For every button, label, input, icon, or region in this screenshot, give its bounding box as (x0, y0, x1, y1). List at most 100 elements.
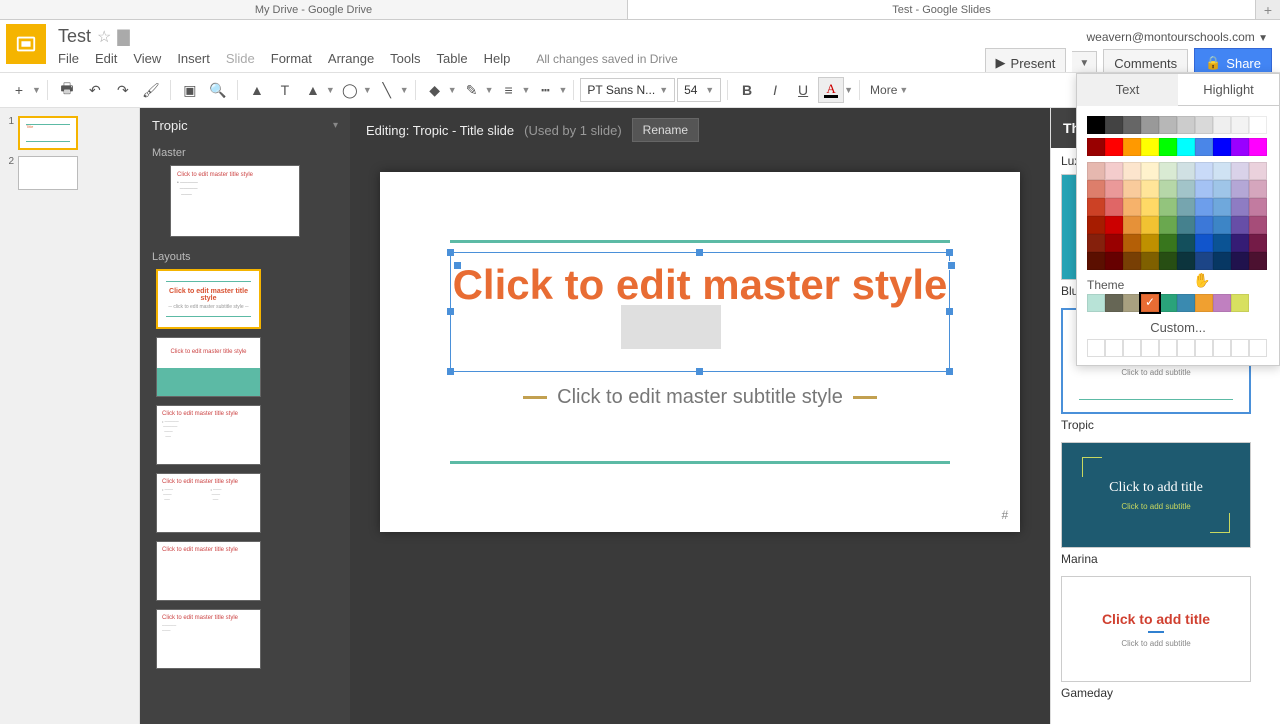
color-swatch[interactable] (1141, 162, 1159, 180)
color-swatch[interactable] (1231, 138, 1249, 156)
custom-color-button[interactable]: Custom... (1077, 312, 1279, 339)
new-slide-button[interactable]: + (6, 77, 32, 103)
color-swatch[interactable] (1123, 198, 1141, 216)
color-swatch[interactable] (1141, 252, 1159, 270)
menu-help[interactable]: Help (484, 51, 511, 66)
print-icon[interactable]: 🖶 (54, 77, 80, 103)
line-weight-icon[interactable]: ≡ (496, 77, 522, 103)
color-swatch[interactable] (1177, 116, 1195, 134)
color-swatch[interactable] (1195, 294, 1213, 312)
color-swatch[interactable] (1141, 138, 1159, 156)
color-swatch[interactable] (1213, 138, 1231, 156)
line-dash-icon[interactable]: ┅ (532, 77, 558, 103)
color-swatch[interactable] (1177, 180, 1195, 198)
color-swatch[interactable] (1105, 180, 1123, 198)
color-swatch[interactable] (1195, 116, 1213, 134)
color-swatch[interactable] (1231, 162, 1249, 180)
color-swatch[interactable] (1105, 116, 1123, 134)
color-swatch[interactable] (1249, 216, 1267, 234)
menu-view[interactable]: View (133, 51, 161, 66)
color-swatch[interactable] (1231, 116, 1249, 134)
color-swatch[interactable] (1249, 234, 1267, 252)
color-swatch[interactable] (1123, 116, 1141, 134)
color-swatch[interactable] (1123, 216, 1141, 234)
color-swatch[interactable] (1105, 294, 1123, 312)
undo-icon[interactable]: ↶ (82, 77, 108, 103)
color-swatch[interactable] (1231, 216, 1249, 234)
color-swatch[interactable] (1141, 116, 1159, 134)
italic-icon[interactable]: I (762, 77, 788, 103)
color-swatch[interactable] (1159, 216, 1177, 234)
zoom-fit-icon[interactable]: ▣ (177, 77, 203, 103)
menu-arrange[interactable]: Arrange (328, 51, 374, 66)
color-swatch[interactable] (1141, 339, 1159, 357)
color-swatch[interactable] (1105, 198, 1123, 216)
more-button[interactable]: More▼ (866, 83, 912, 97)
color-swatch[interactable] (1087, 294, 1105, 312)
color-swatch[interactable] (1177, 138, 1195, 156)
color-swatch[interactable] (1123, 138, 1141, 156)
color-swatch[interactable] (1159, 294, 1177, 312)
color-swatch[interactable] (1087, 138, 1105, 156)
color-swatch[interactable] (1249, 339, 1267, 357)
color-swatch[interactable] (1231, 180, 1249, 198)
color-tab-highlight[interactable]: Highlight (1178, 74, 1279, 106)
color-swatch[interactable] (1123, 252, 1141, 270)
color-swatch[interactable] (1087, 252, 1105, 270)
color-swatch[interactable] (1159, 234, 1177, 252)
color-swatch[interactable] (1105, 234, 1123, 252)
color-swatch[interactable] (1123, 294, 1141, 312)
color-swatch[interactable] (1195, 180, 1213, 198)
color-swatch[interactable] (1141, 180, 1159, 198)
color-swatch[interactable] (1087, 339, 1105, 357)
slide-thumb-2[interactable] (18, 156, 78, 190)
color-swatch[interactable] (1159, 162, 1177, 180)
master-dropdown-icon[interactable]: ▾ (333, 120, 338, 131)
slide-canvas[interactable]: Click to edit master style Click to edit… (380, 172, 1020, 532)
color-swatch[interactable] (1123, 339, 1141, 357)
color-swatch[interactable] (1177, 294, 1195, 312)
color-swatch[interactable] (1087, 198, 1105, 216)
menu-insert[interactable]: Insert (177, 51, 210, 66)
color-swatch[interactable] (1123, 180, 1141, 198)
color-swatch[interactable] (1087, 180, 1105, 198)
color-swatch[interactable] (1231, 198, 1249, 216)
color-swatch[interactable] (1195, 339, 1213, 357)
doc-name[interactable]: Test (58, 26, 91, 47)
text-color-button[interactable]: A (818, 77, 844, 103)
star-icon[interactable]: ☆ (97, 27, 111, 47)
color-swatch[interactable] (1105, 138, 1123, 156)
folder-icon[interactable]: ▇ (117, 27, 129, 47)
color-swatch[interactable] (1231, 339, 1249, 357)
master-subtitle-placeholder[interactable]: Click to edit master subtitle style (450, 386, 950, 409)
color-swatch[interactable] (1159, 339, 1177, 357)
color-swatch[interactable] (1195, 198, 1213, 216)
color-swatch[interactable] (1141, 216, 1159, 234)
color-swatch[interactable] (1231, 294, 1249, 312)
master-thumb[interactable]: Click to edit master title style • ─────… (170, 165, 300, 237)
color-swatch[interactable] (1213, 234, 1231, 252)
bold-icon[interactable]: B (734, 77, 760, 103)
redo-icon[interactable]: ↷ (110, 77, 136, 103)
theme-card[interactable]: Click to add titleClick to add subtitle (1061, 442, 1251, 548)
account-menu[interactable]: weavern@montourschools.com ▼ (1086, 24, 1272, 44)
color-swatch[interactable] (1213, 162, 1231, 180)
color-swatch[interactable] (1249, 116, 1267, 134)
menu-edit[interactable]: Edit (95, 51, 117, 66)
color-swatch[interactable] (1195, 216, 1213, 234)
color-swatch[interactable] (1105, 339, 1123, 357)
select-icon[interactable]: ▲ (244, 77, 270, 103)
color-swatch[interactable] (1159, 138, 1177, 156)
rename-button[interactable]: Rename (632, 118, 699, 142)
fill-color-icon[interactable]: ◆ (422, 77, 448, 103)
color-swatch[interactable] (1141, 294, 1159, 312)
color-swatch[interactable] (1231, 252, 1249, 270)
browser-tab-drive[interactable]: My Drive - Google Drive (0, 0, 628, 19)
slide-thumb-1[interactable]: Title (18, 116, 78, 150)
textbox-icon[interactable]: T (272, 77, 298, 103)
layout-thumb-titleonly[interactable]: Click to edit master title style (156, 541, 261, 601)
color-swatch[interactable] (1087, 234, 1105, 252)
layout-thumb-body[interactable]: Click to edit master title style • ─────… (156, 405, 261, 465)
color-swatch[interactable] (1105, 216, 1123, 234)
shape-icon[interactable]: ◯ (337, 77, 363, 103)
